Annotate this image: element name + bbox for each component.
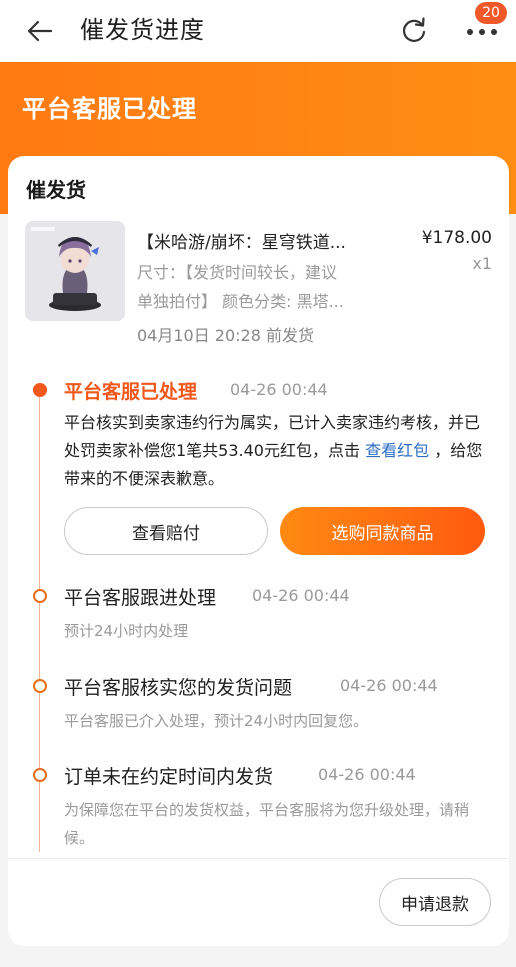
timeline-line [39,392,40,852]
step-time: 04-26 00:44 [340,676,438,695]
notification-badge: 20 [475,2,507,24]
request-refund-button[interactable]: 申请退款 [379,878,491,926]
buy-same-item-button[interactable]: 选购同款商品 [280,507,485,555]
timeline-dot-active [33,383,47,397]
step-time: 04-26 00:44 [230,380,328,399]
timeline-dot [33,589,47,603]
step-title: 平台客服跟进处理 [64,587,217,609]
step-description: 为保障您在平台的发货权益，平台客服将为您升级处理，请稍候。 [64,801,470,847]
step-title: 平台客服核实您的发货问题 [64,677,293,699]
product-spec-line2: 单独拍付】 颜色分类: 黑塔... [137,292,344,311]
product-quantity: x1 [472,254,492,273]
step-description: 预计24小时内处理 [64,622,189,640]
ship-deadline: 04月10日 20:28 前发货 [137,326,315,345]
step-title: 订单未在约定时间内发货 [64,766,274,788]
step-time: 04-26 00:44 [252,586,350,605]
product-name[interactable]: 【米哈游/崩坏：星穹铁道... [137,228,377,253]
step-title: 平台客服已处理 [64,381,198,403]
footer-divider [8,858,509,859]
product-spec-line1: 尺寸：【发货时间较长，建议 [137,263,338,282]
page-title: 催发货进度 [80,16,205,44]
back-arrow-icon[interactable] [22,13,58,49]
step-description: 平台核实到卖家违约行为属实，已计入卖家违约考核，并已处罚卖家补偿您1笔共53.4… [64,409,494,493]
progress-card: 催发货 【米哈游/崩坏：星穹铁道... ¥178.00 x1 尺寸：【发货时间较… [8,156,509,946]
refresh-icon[interactable] [394,11,434,51]
top-nav-bar: 催发货进度 20 [0,0,516,62]
view-compensation-button[interactable]: 查看赔付 [64,507,268,555]
timeline-dot [33,679,47,693]
product-price: ¥178.00 [421,228,492,248]
timeline-dot [33,768,47,782]
product-thumbnail[interactable] [25,221,125,321]
card-title: 催发货 [26,178,86,202]
product-spec: 尺寸：【发货时间较长，建议 单独拍付】 颜色分类: 黑塔... [137,258,397,316]
status-title: 平台客服已处理 [22,95,197,123]
step-time: 04-26 00:44 [318,765,416,784]
step-description: 平台客服已介入处理，预计24小时内回复您。 [64,712,369,730]
view-red-packet-link[interactable]: 查看红包 [365,441,429,460]
